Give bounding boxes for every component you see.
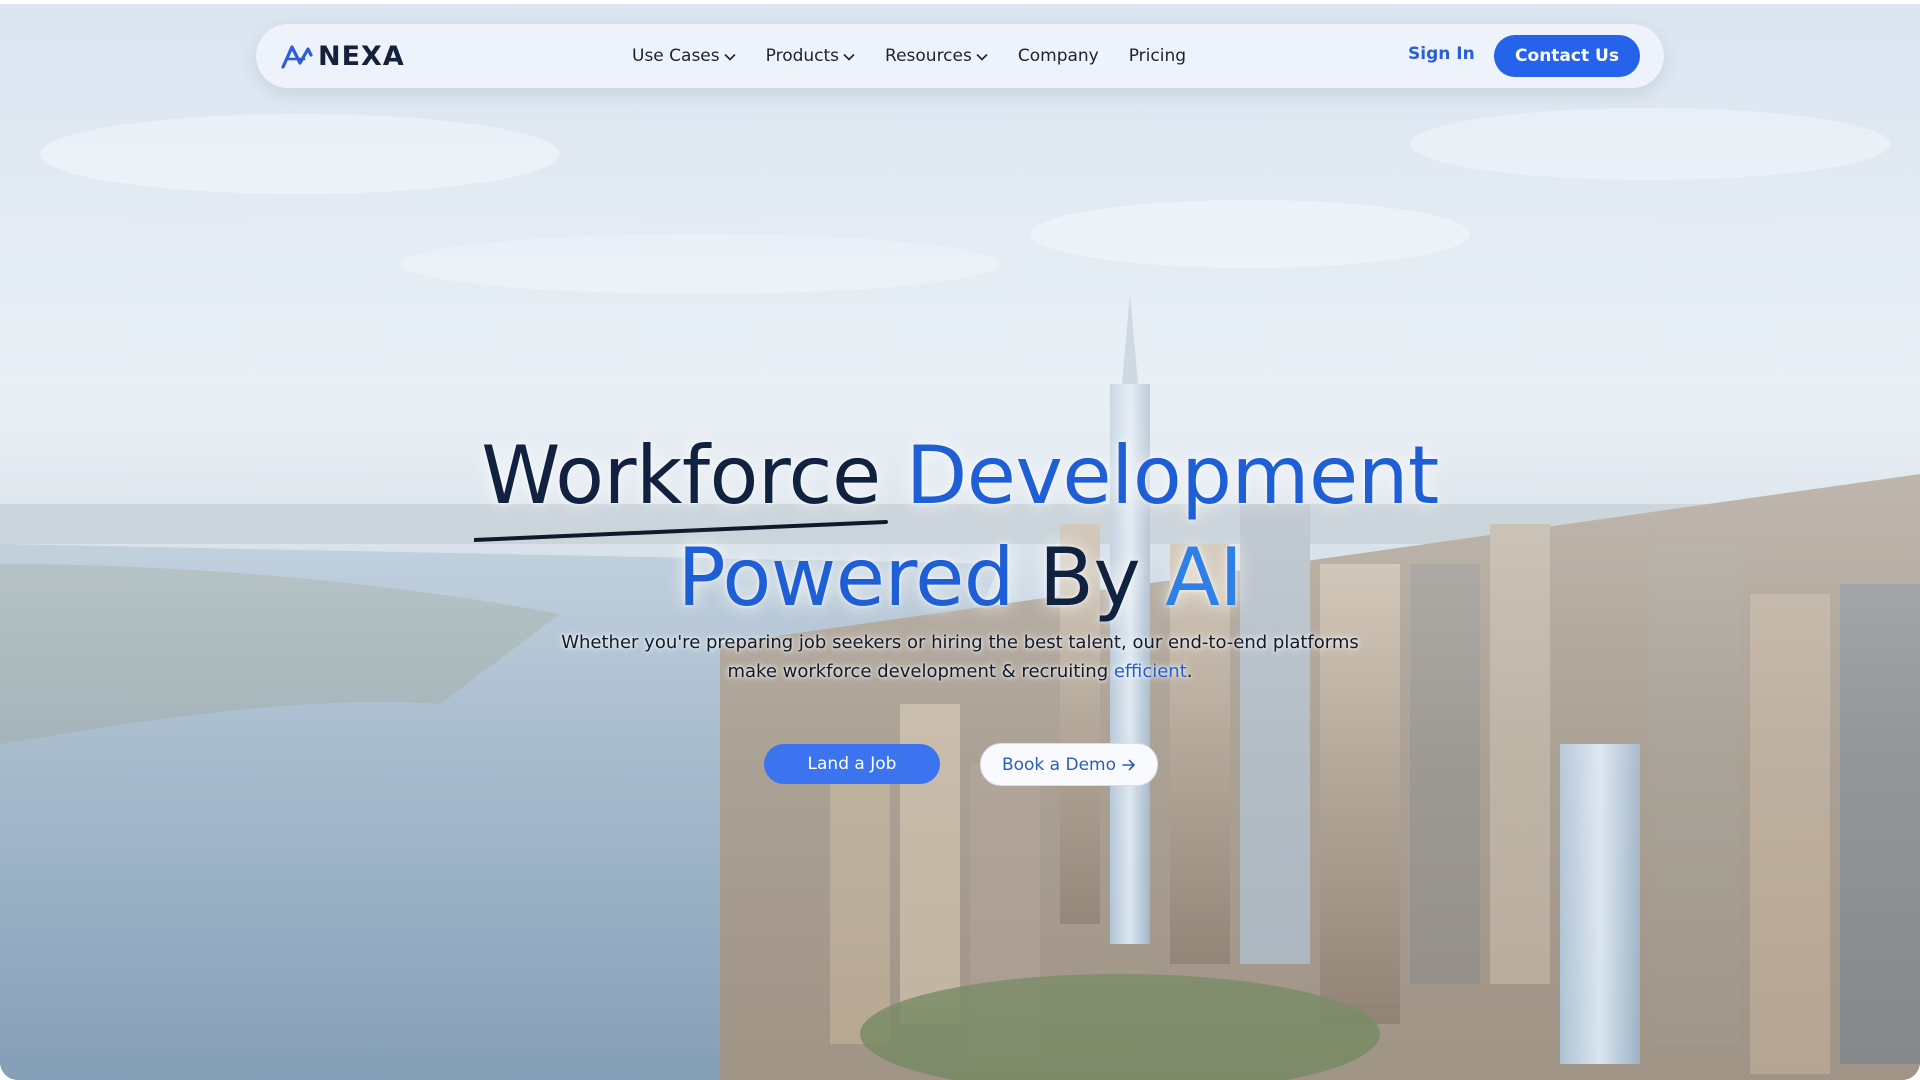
menu-use-cases[interactable]: Use Cases	[632, 46, 736, 66]
book-a-demo-button[interactable]: Book a Demo	[980, 743, 1158, 786]
menu-label: Company	[1017, 46, 1099, 66]
menu-resources[interactable]: Resources	[885, 46, 988, 66]
main-menu: Use Cases Products Resources Company Pri…	[632, 24, 1216, 88]
menu-company[interactable]: Company	[1018, 46, 1099, 66]
sign-in-link[interactable]: Sign In	[1408, 44, 1475, 64]
hero-subtitle: Whether you're preparing job seekers or …	[0, 628, 1920, 686]
headline-word-highlight: AI	[1165, 531, 1243, 624]
nexa-logo-icon	[281, 44, 313, 69]
headline-word: By	[1039, 531, 1141, 624]
contact-us-button[interactable]: Contact Us	[1494, 35, 1640, 77]
headline-word-highlight: Development	[905, 429, 1440, 522]
menu-label: Resources	[885, 46, 972, 66]
menu-label: Pricing	[1128, 46, 1187, 66]
subtitle-text: make workforce development & recruiting	[727, 661, 1109, 682]
subtitle-line: Whether you're preparing job seekers or …	[561, 632, 1359, 653]
arrow-right-icon	[1122, 759, 1135, 770]
subtitle-accent: efficient	[1113, 661, 1187, 682]
brand-name: NEXA	[318, 41, 405, 72]
menu-products[interactable]: Products	[766, 46, 855, 66]
subtitle-line: make workforce development & recruiting …	[0, 657, 1920, 686]
menu-label: Use Cases	[632, 46, 720, 66]
top-navbar: NEXA Use Cases Products Resources Compan…	[256, 24, 1664, 88]
land-a-job-button[interactable]: Land a Job	[764, 744, 940, 784]
brand-logo[interactable]: NEXA	[280, 41, 405, 72]
hero-headline-line2: Powered By AI	[0, 530, 1920, 626]
subtitle-period: .	[1186, 661, 1193, 682]
menu-pricing[interactable]: Pricing	[1129, 46, 1186, 66]
hero-headline-line1: Workforce Development	[0, 428, 1920, 524]
chevron-down-icon	[724, 53, 736, 61]
headline-word: Workforce	[481, 429, 881, 522]
menu-label: Products	[765, 46, 840, 66]
chevron-down-icon	[843, 53, 855, 61]
chevron-down-icon	[976, 53, 988, 61]
button-label: Book a Demo	[1001, 754, 1117, 775]
headline-word-highlight: Powered	[677, 531, 1015, 624]
